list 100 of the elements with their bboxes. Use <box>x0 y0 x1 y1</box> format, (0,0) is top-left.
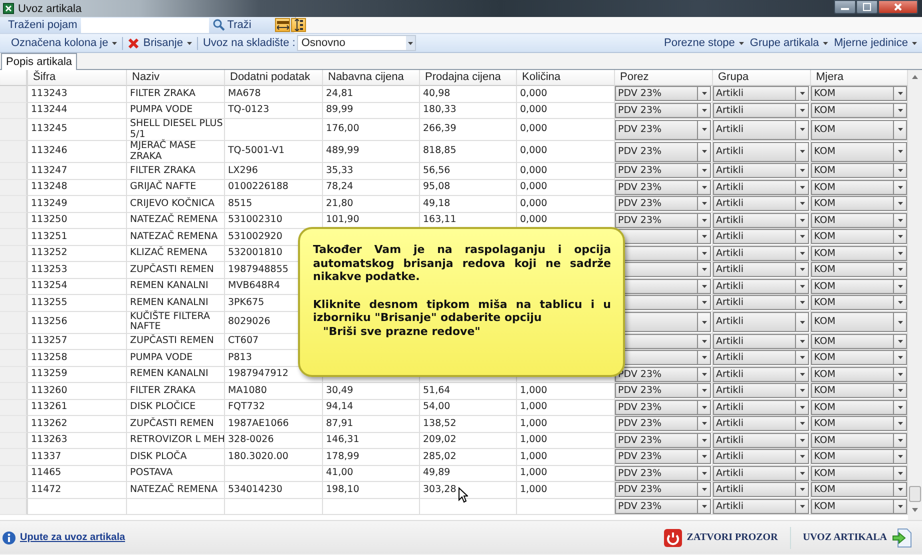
dropdown[interactable]: Artikli <box>713 482 809 498</box>
toolbar-menu[interactable]: Grupe artikala <box>746 37 832 49</box>
help-link[interactable]: Upute za uvoz artikala <box>20 532 126 543</box>
dropdown[interactable]: KOM <box>811 334 907 349</box>
row-header <box>0 295 28 312</box>
caret-icon <box>702 488 706 492</box>
toolbar-menu[interactable]: Mjerne jedinice <box>831 37 920 49</box>
dropdown[interactable]: PDV 23% <box>615 212 711 228</box>
dropdown[interactable]: PDV 23% <box>615 180 711 195</box>
dropdown[interactable]: KOM <box>811 180 907 195</box>
dropdown[interactable]: Artikli <box>713 416 809 432</box>
dropdown[interactable]: Artikli <box>713 449 809 464</box>
dropdown[interactable]: Artikli <box>713 102 809 118</box>
dropdown[interactable]: KOM <box>811 163 907 178</box>
dropdown[interactable]: PDV 23% <box>615 86 711 102</box>
toolbar-menu[interactable]: Porezne stope <box>660 37 747 49</box>
dropdown[interactable]: KOM <box>811 102 907 118</box>
dropdown[interactable]: KOM <box>811 449 907 464</box>
caret-icon <box>800 340 804 343</box>
dropdown[interactable]: KOM <box>811 142 907 162</box>
dropdown[interactable]: KOM <box>811 120 907 140</box>
tab[interactable]: Popis artikala <box>1 53 78 70</box>
dropdown[interactable]: PDV 23% <box>615 482 711 498</box>
dropdown[interactable]: KOM <box>811 246 907 261</box>
dropdown[interactable]: PDV 23% <box>615 120 711 140</box>
dropdown[interactable]: KOM <box>811 212 907 228</box>
close-window-button[interactable]: ZATVORI PROZOR <box>660 528 782 546</box>
dropdown[interactable]: Artikli <box>713 262 809 278</box>
table-cell: 56,56 <box>420 163 517 180</box>
warehouse-dropdown[interactable]: Osnovno <box>297 35 416 51</box>
dropdown[interactable]: Artikli <box>713 400 809 415</box>
search-button[interactable]: Traži <box>209 19 256 31</box>
dropdown[interactable]: Artikli <box>713 498 809 514</box>
dropdown[interactable]: KOM <box>811 383 907 398</box>
dropdown[interactable]: Artikli <box>713 383 809 398</box>
dropdown[interactable]: PDV 23% <box>615 416 711 432</box>
dropdown[interactable]: PDV 23% <box>615 400 711 415</box>
dropdown[interactable]: KOM <box>811 262 907 278</box>
caret-icon <box>738 42 744 44</box>
dropdown[interactable]: PDV 23% <box>615 449 711 464</box>
search-field[interactable] <box>81 18 210 32</box>
dropdown[interactable]: KOM <box>811 482 907 498</box>
dropdown[interactable]: PDV 23% <box>615 383 711 398</box>
dropdown[interactable]: PDV 23% <box>615 196 711 212</box>
caret-icon <box>702 301 706 304</box>
scroll-thumb[interactable] <box>909 486 921 502</box>
dropdown[interactable]: KOM <box>811 196 907 212</box>
dropdown[interactable]: Artikli <box>713 142 809 162</box>
dropdown[interactable]: Artikli <box>713 120 809 140</box>
caret-icon <box>702 504 706 508</box>
dropdown[interactable]: PDV 23% <box>615 498 711 514</box>
caret-icon <box>898 438 902 442</box>
dropdown[interactable]: Artikli <box>713 366 809 382</box>
table-cell: 21,80 <box>323 196 420 212</box>
dropdown[interactable]: KOM <box>811 400 907 415</box>
dropdown[interactable]: Artikli <box>713 229 809 244</box>
toolbar-menu[interactable]: Označena kolona je <box>8 37 120 49</box>
dropdown[interactable]: KOM <box>811 466 907 481</box>
table-cell: GRIJAČ NAFTE <box>127 180 225 196</box>
dropdown[interactable]: Artikli <box>713 278 809 294</box>
dropdown[interactable]: PDV 23% <box>615 102 711 118</box>
dropdown[interactable]: Artikli <box>713 466 809 481</box>
dropdown[interactable]: KOM <box>811 350 907 366</box>
dropdown[interactable]: Artikli <box>713 432 809 448</box>
caret-icon <box>702 169 706 172</box>
scroll-up-icon[interactable] <box>912 75 918 79</box>
dropdown[interactable]: Artikli <box>713 312 809 332</box>
dropdown[interactable]: Artikli <box>713 334 809 349</box>
caret-icon <box>898 504 902 508</box>
dropdown[interactable]: KOM <box>811 432 907 448</box>
dropdown[interactable]: KOM <box>811 366 907 382</box>
dropdown[interactable]: Artikli <box>713 86 809 102</box>
dropdown[interactable]: KOM <box>811 86 907 102</box>
dropdown[interactable]: Artikli <box>713 246 809 261</box>
auto-width-button[interactable] <box>275 18 290 32</box>
minimize-button[interactable] <box>834 0 856 14</box>
toolbar-menu[interactable]: Brisanje <box>125 37 195 49</box>
maximize-button[interactable] <box>856 0 878 14</box>
dropdown[interactable]: Artikli <box>713 350 809 366</box>
dropdown[interactable]: PDV 23% <box>615 142 711 162</box>
dropdown[interactable]: Artikli <box>713 196 809 212</box>
scroll-down-icon[interactable] <box>912 508 918 512</box>
caret-icon <box>800 320 804 324</box>
import-button[interactable]: UVOZ ARTIKALA <box>798 528 916 548</box>
dropdown[interactable]: KOM <box>811 312 907 332</box>
dropdown[interactable]: KOM <box>811 498 907 514</box>
dropdown[interactable]: PDV 23% <box>615 466 711 481</box>
dropdown[interactable]: Artikli <box>713 212 809 228</box>
scrollbar[interactable] <box>908 70 922 520</box>
dropdown[interactable]: KOM <box>811 416 907 432</box>
dropdown[interactable]: Artikli <box>713 163 809 178</box>
dropdown[interactable]: Artikli <box>713 295 809 310</box>
dropdown[interactable]: KOM <box>811 278 907 294</box>
dropdown[interactable]: Artikli <box>713 180 809 195</box>
close-button[interactable] <box>878 0 918 14</box>
row-height-button[interactable] <box>291 18 306 32</box>
dropdown[interactable]: KOM <box>811 229 907 244</box>
dropdown[interactable]: PDV 23% <box>615 163 711 178</box>
dropdown[interactable]: KOM <box>811 295 907 310</box>
dropdown[interactable]: PDV 23% <box>615 432 711 448</box>
